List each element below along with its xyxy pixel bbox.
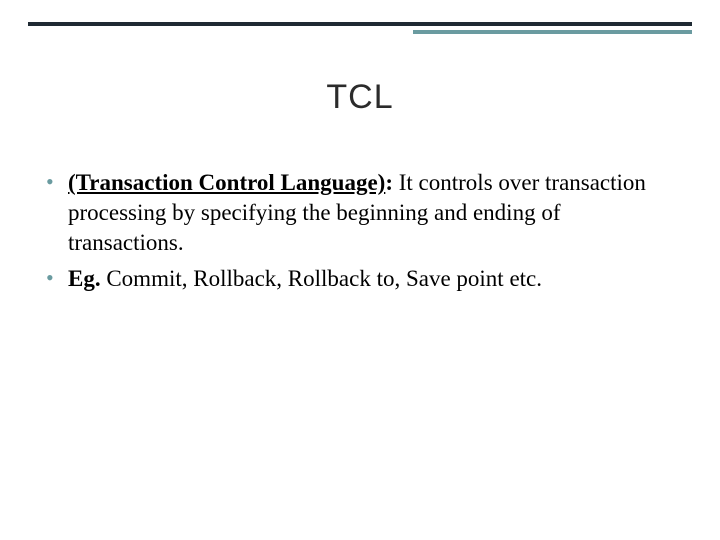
slide-title: TCL (0, 78, 720, 117)
bullet-2: Eg. Commit, Rollback, Rollback to, Save … (46, 264, 656, 294)
bullet-2-text: Commit, Rollback, Rollback to, Save poin… (106, 266, 542, 291)
rule-dark (28, 22, 692, 26)
bullet-1-colon: : (385, 170, 393, 195)
bullet-1: (Transaction Control Language): It contr… (46, 168, 656, 258)
rule-teal (28, 30, 692, 34)
slide: TCL (Transaction Control Language): It c… (0, 0, 720, 540)
bullet-1-term: (Transaction Control Language) (68, 170, 385, 195)
bullet-2-label: Eg. (68, 266, 101, 291)
slide-body: (Transaction Control Language): It contr… (46, 168, 656, 300)
header-rules (28, 22, 692, 34)
